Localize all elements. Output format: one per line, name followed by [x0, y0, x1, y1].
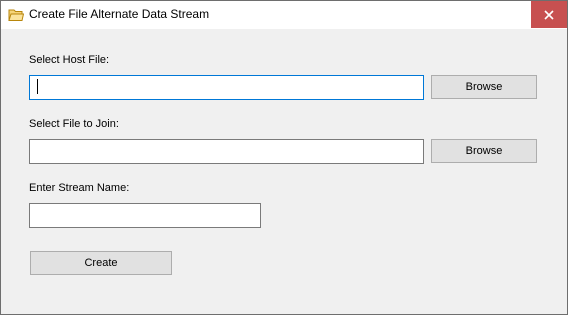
stream-name-input[interactable]: [29, 203, 261, 228]
browse-host-file-button[interactable]: Browse: [431, 75, 537, 99]
join-file-label: Select File to Join:: [29, 118, 119, 130]
window-title: Create File Alternate Data Stream: [29, 7, 210, 21]
title-bar[interactable]: Create File Alternate Data Stream: [1, 1, 567, 29]
join-file-input[interactable]: [29, 139, 424, 164]
create-button[interactable]: Create: [30, 251, 172, 275]
close-button[interactable]: [531, 1, 567, 28]
host-file-input[interactable]: [29, 75, 424, 100]
create-ads-window: Create File Alternate Data Stream Select…: [0, 0, 568, 315]
host-file-label: Select Host File:: [29, 54, 110, 66]
browse-join-file-button[interactable]: Browse: [431, 139, 537, 163]
text-caret: [37, 79, 38, 94]
folder-icon: [8, 8, 25, 22]
stream-name-label: Enter Stream Name:: [29, 182, 130, 194]
dialog-body: Select Host File: Browse Select File to …: [1, 29, 567, 314]
close-icon: [544, 9, 554, 20]
